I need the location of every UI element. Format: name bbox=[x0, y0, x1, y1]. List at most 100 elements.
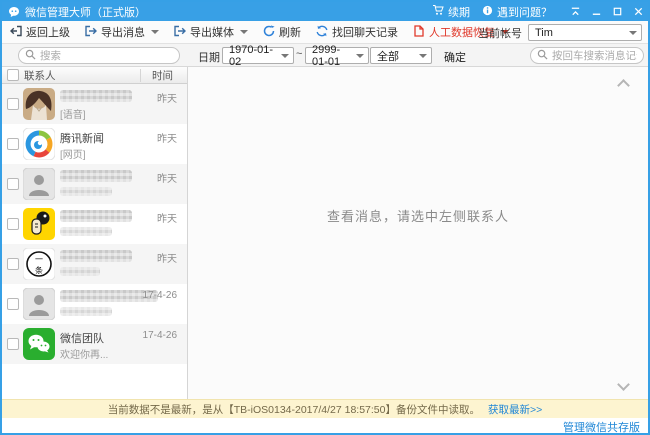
account-select[interactable]: Tim bbox=[528, 24, 642, 41]
date-label: 日期 bbox=[198, 49, 220, 65]
sync-icon bbox=[316, 25, 328, 40]
last-message-preview: 欢迎你再... bbox=[60, 346, 108, 361]
yitiao-avatar: 一条 bbox=[23, 248, 55, 280]
row-checkbox[interactable] bbox=[7, 98, 19, 110]
last-message-preview: [语音] bbox=[60, 106, 86, 121]
chevron-down-icon bbox=[356, 54, 364, 58]
chevron-down-icon bbox=[419, 54, 427, 58]
row-checkbox[interactable] bbox=[7, 178, 19, 190]
search-icon bbox=[537, 49, 548, 63]
svg-text:一: 一 bbox=[35, 255, 43, 264]
date-separator: ~ bbox=[296, 48, 302, 60]
maximize-button[interactable] bbox=[612, 6, 623, 17]
time-column-header: 时间 bbox=[152, 68, 173, 83]
account-label: 当前帐号 bbox=[478, 25, 522, 41]
contacts-column-header: 联系人 bbox=[24, 68, 56, 83]
row-checkbox[interactable] bbox=[7, 298, 19, 310]
column-divider bbox=[140, 69, 141, 82]
refresh-icon bbox=[263, 25, 275, 40]
content-area: 联系人 时间 [语音]昨天腾讯新闻[网页]昨天昨天昨天一条昨天17-4-26微信… bbox=[2, 67, 648, 399]
footer-bar: 管理微信共存版 bbox=[2, 418, 648, 433]
chevron-down-icon bbox=[240, 30, 248, 34]
row-checkbox[interactable] bbox=[7, 338, 19, 350]
message-search-input[interactable] bbox=[530, 47, 644, 64]
tencent-news-avatar bbox=[23, 128, 55, 160]
status-notice-bar: 当前数据不是最新，是从【TB-iOS0134-2017/4/27 18:57:5… bbox=[2, 399, 648, 418]
contact-search-field[interactable] bbox=[40, 50, 173, 62]
scroll-down-icon[interactable] bbox=[617, 378, 630, 391]
censored-last-message bbox=[60, 267, 100, 276]
censored-last-message bbox=[60, 187, 112, 196]
wechat-avatar bbox=[23, 328, 55, 360]
rollup-button[interactable] bbox=[570, 6, 581, 17]
export-messages-button[interactable]: 导出消息 bbox=[85, 24, 159, 40]
title-bar: 微信管理大师（正式版） 续期 遇到问题？ bbox=[2, 2, 648, 21]
message-time: 昨天 bbox=[157, 90, 177, 105]
message-time: 昨天 bbox=[157, 130, 177, 145]
row-checkbox[interactable] bbox=[7, 258, 19, 270]
message-pane: 查看消息，请选中左侧联系人 bbox=[188, 67, 648, 399]
search-icon bbox=[25, 49, 36, 63]
anime-avatar bbox=[23, 88, 55, 120]
scroll-up-icon[interactable] bbox=[617, 79, 630, 92]
type-filter-select[interactable]: 全部 bbox=[370, 47, 432, 64]
person-avatar bbox=[23, 168, 55, 200]
message-time: 昨天 bbox=[157, 210, 177, 225]
close-button[interactable] bbox=[633, 6, 644, 17]
message-time: 17-4-26 bbox=[143, 290, 177, 301]
select-all-checkbox[interactable] bbox=[7, 69, 19, 81]
chevron-down-icon bbox=[281, 54, 289, 58]
app-window: 微信管理大师（正式版） 续期 遇到问题？ 返回上级 导 bbox=[0, 0, 650, 435]
contact-search-input[interactable] bbox=[18, 47, 180, 64]
minimize-button[interactable] bbox=[591, 6, 602, 17]
recover-chat-button[interactable]: 找回聊天记录 bbox=[316, 24, 398, 40]
censored-contact-name bbox=[60, 90, 132, 102]
contact-list-item[interactable]: 昨天 bbox=[2, 164, 187, 204]
censored-contact-name bbox=[60, 170, 132, 182]
back-icon bbox=[10, 25, 22, 40]
help-button[interactable]: 遇到问题？ bbox=[482, 4, 552, 20]
contact-list-item[interactable]: 17-4-26 bbox=[2, 284, 187, 324]
window-title: 微信管理大师（正式版） bbox=[25, 4, 146, 20]
date-from-select[interactable]: 1970-01-02 bbox=[222, 47, 294, 64]
confirm-button[interactable]: 确定 bbox=[444, 49, 466, 65]
app-logo-icon bbox=[8, 6, 20, 18]
empty-state-text: 查看消息，请选中左侧联系人 bbox=[188, 206, 648, 225]
message-search-field[interactable] bbox=[552, 50, 637, 62]
contact-name: 腾讯新闻 bbox=[60, 130, 104, 146]
get-latest-link[interactable]: 获取最新>> bbox=[488, 402, 542, 417]
yellow-cartoon-avatar bbox=[23, 208, 55, 240]
filter-bar: 日期 1970-01-02 ~ 2999-01-01 全部 确定 bbox=[2, 44, 648, 67]
contact-list-item[interactable]: 微信团队欢迎你再... 17-4-26 bbox=[2, 324, 187, 364]
message-time: 昨天 bbox=[157, 170, 177, 185]
refresh-button[interactable]: 刷新 bbox=[263, 24, 301, 40]
document-icon bbox=[413, 25, 425, 40]
notice-text: 当前数据不是最新，是从【TB-iOS0134-2017/4/27 18:57:5… bbox=[108, 402, 480, 417]
contact-list-item[interactable]: [语音] 昨天 bbox=[2, 84, 187, 124]
date-to-select[interactable]: 2999-01-01 bbox=[305, 47, 369, 64]
censored-last-message bbox=[60, 227, 112, 236]
manage-coexist-link[interactable]: 管理微信共存版 bbox=[563, 419, 640, 435]
row-checkbox[interactable] bbox=[7, 218, 19, 230]
contact-name: 微信团队 bbox=[60, 330, 104, 346]
back-button[interactable]: 返回上级 bbox=[10, 24, 70, 40]
info-icon bbox=[482, 5, 493, 19]
contact-list-item[interactable]: 昨天 bbox=[2, 204, 187, 244]
contact-list-header: 联系人 时间 bbox=[2, 67, 187, 84]
renew-button[interactable]: 续期 bbox=[432, 4, 470, 20]
toolbar: 返回上级 导出消息 导出媒体 刷新 找回聊天记录 人工数据恢复 当前帐号 bbox=[2, 21, 648, 44]
row-checkbox[interactable] bbox=[7, 138, 19, 150]
message-time: 17-4-26 bbox=[143, 330, 177, 341]
last-message-preview: [网页] bbox=[60, 146, 86, 161]
export-icon bbox=[174, 25, 186, 40]
contact-list-item[interactable]: 腾讯新闻[网页] 昨天 bbox=[2, 124, 187, 164]
censored-contact-name bbox=[60, 210, 132, 222]
censored-last-message bbox=[60, 307, 112, 316]
contact-list-pane: 联系人 时间 [语音]昨天腾讯新闻[网页]昨天昨天昨天一条昨天17-4-26微信… bbox=[2, 67, 188, 399]
contact-list-item[interactable]: 一条昨天 bbox=[2, 244, 187, 284]
contact-rows: [语音]昨天腾讯新闻[网页]昨天昨天昨天一条昨天17-4-26微信团队欢迎你再.… bbox=[2, 84, 187, 364]
chevron-down-icon bbox=[151, 30, 159, 34]
chevron-down-icon bbox=[629, 31, 637, 35]
person-avatar bbox=[23, 288, 55, 320]
export-media-button[interactable]: 导出媒体 bbox=[174, 24, 248, 40]
